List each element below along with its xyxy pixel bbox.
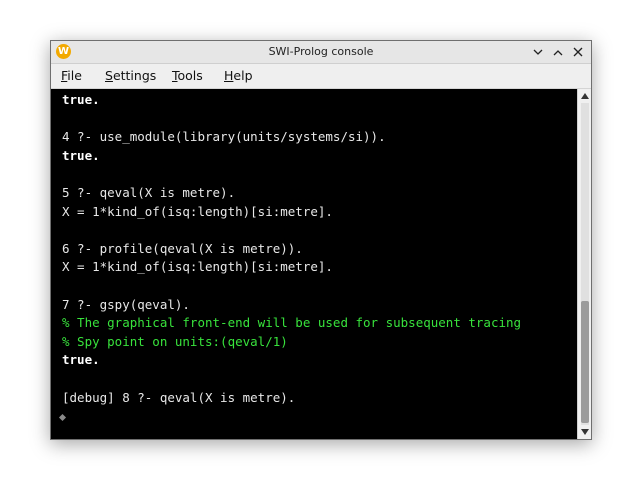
close-button[interactable] xyxy=(571,44,585,60)
title-bar[interactable]: W SWI-Prolog console xyxy=(51,41,591,64)
console-window: W SWI-Prolog console File Settings Tools… xyxy=(50,40,592,440)
console-line: 4 ?- use_module(library(units/systems/si… xyxy=(62,129,386,145)
console-message-line: % The graphical front-end will be used f… xyxy=(62,315,522,331)
text-cursor xyxy=(58,413,67,422)
chevron-down-icon xyxy=(533,49,543,55)
console-line: true. xyxy=(62,147,100,163)
window-title: SWI-Prolog console xyxy=(268,45,374,58)
chevron-up-icon xyxy=(553,49,563,55)
maximize-button[interactable] xyxy=(551,44,565,60)
console-message-line: % Spy point on units:(qeval/1) xyxy=(62,333,288,349)
console-line: true. xyxy=(62,352,100,368)
close-icon xyxy=(573,47,583,57)
menu-tools-label: ools xyxy=(177,68,203,83)
scrollbar-thumb[interactable] xyxy=(581,301,589,423)
menu-help[interactable]: Help xyxy=(224,64,253,88)
menu-file[interactable]: File xyxy=(61,64,82,88)
console-line: 7 ?- gspy(qeval). xyxy=(62,296,190,312)
console-line: true. xyxy=(62,92,100,107)
triangle-up-icon xyxy=(581,93,589,99)
triangle-down-icon xyxy=(581,429,589,435)
window-controls xyxy=(531,44,585,60)
menu-bar: File Settings Tools Help xyxy=(51,64,591,89)
menu-file-label: ile xyxy=(67,68,82,83)
scroll-up-button[interactable] xyxy=(578,90,591,102)
menu-settings-label: ettings xyxy=(112,68,157,83)
console-line: 6 ?- profile(qeval(X is metre)). xyxy=(62,240,303,256)
scroll-down-button[interactable] xyxy=(578,426,591,438)
vertical-scrollbar[interactable] xyxy=(577,89,591,439)
console-line: [debug] 8 ?- qeval(X is metre). xyxy=(62,389,296,405)
menu-help-label: elp xyxy=(233,68,253,83)
console-line: X = 1*kind_of(isq:length)[si:metre]. xyxy=(62,203,333,219)
menu-settings[interactable]: Settings xyxy=(105,64,156,88)
minimize-button[interactable] xyxy=(531,44,545,60)
menu-help-mnemonic: H xyxy=(224,68,234,83)
menu-settings-mnemonic: S xyxy=(105,68,113,83)
console-output[interactable]: true. 4 ?- use_module(library(units/syste… xyxy=(51,89,577,439)
menu-tools[interactable]: Tools xyxy=(172,64,203,88)
console-line: X = 1*kind_of(isq:length)[si:metre]. xyxy=(62,259,333,275)
console-line: 5 ?- qeval(X is metre). xyxy=(62,185,236,200)
